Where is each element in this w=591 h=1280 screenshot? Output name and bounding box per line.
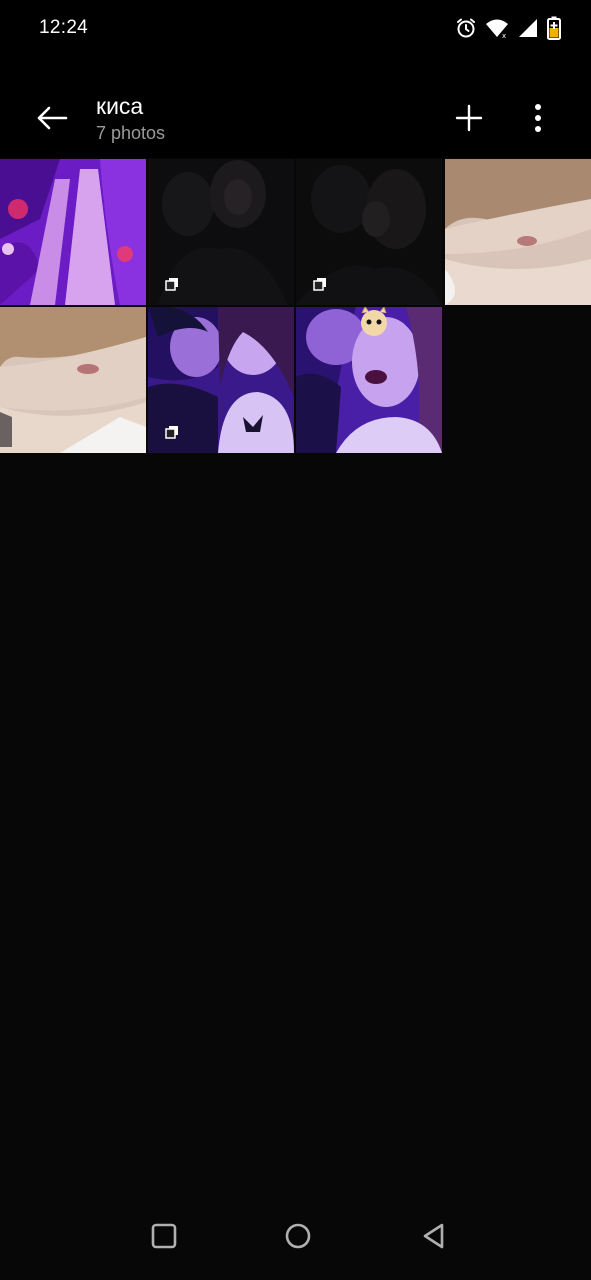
system-nav-bar bbox=[0, 1200, 591, 1280]
album-title: киса bbox=[96, 93, 144, 119]
photo-image bbox=[296, 307, 442, 453]
photo-image bbox=[0, 159, 146, 305]
plus-icon bbox=[455, 104, 483, 132]
multiple-photos-icon bbox=[165, 426, 178, 439]
photo-thumbnail[interactable] bbox=[296, 307, 442, 453]
status-bar: 12:24 x bbox=[0, 0, 591, 58]
photo-thumbnail[interactable] bbox=[296, 159, 442, 305]
title-block: киса 7 photos bbox=[96, 92, 165, 144]
photo-count: 7 photos bbox=[96, 123, 166, 143]
battery-charging-icon bbox=[547, 16, 561, 40]
photo-grid bbox=[0, 159, 591, 455]
photo-thumbnail[interactable] bbox=[148, 307, 294, 453]
photo-thumbnail[interactable] bbox=[445, 159, 591, 305]
multiple-photos-icon bbox=[165, 278, 178, 291]
multiple-photos-icon bbox=[313, 278, 326, 291]
more-vertical-icon bbox=[535, 104, 541, 132]
photo-thumbnail[interactable] bbox=[148, 159, 294, 305]
home-circle-icon bbox=[285, 1223, 311, 1249]
photo-thumbnail[interactable] bbox=[0, 307, 146, 453]
status-icons: x bbox=[455, 15, 561, 41]
more-options-button[interactable] bbox=[514, 94, 562, 142]
photo-image bbox=[445, 159, 591, 305]
wifi-icon: x bbox=[485, 17, 509, 39]
photo-thumbnail[interactable] bbox=[0, 159, 146, 305]
alarm-icon bbox=[455, 17, 477, 39]
arrow-left-icon bbox=[37, 106, 68, 130]
svg-text:x: x bbox=[502, 32, 506, 39]
status-time: 12:24 bbox=[39, 17, 89, 38]
back-triangle-icon bbox=[423, 1223, 444, 1249]
system-back-button[interactable] bbox=[408, 1214, 460, 1258]
recents-button[interactable] bbox=[138, 1214, 190, 1258]
back-button[interactable] bbox=[24, 94, 80, 142]
cell-signal-icon bbox=[517, 17, 539, 39]
photo-image bbox=[0, 307, 146, 453]
recents-square-icon bbox=[151, 1223, 177, 1249]
home-button[interactable] bbox=[272, 1214, 324, 1258]
app-bar: киса 7 photos bbox=[0, 58, 591, 158]
add-photos-button[interactable] bbox=[444, 94, 494, 142]
